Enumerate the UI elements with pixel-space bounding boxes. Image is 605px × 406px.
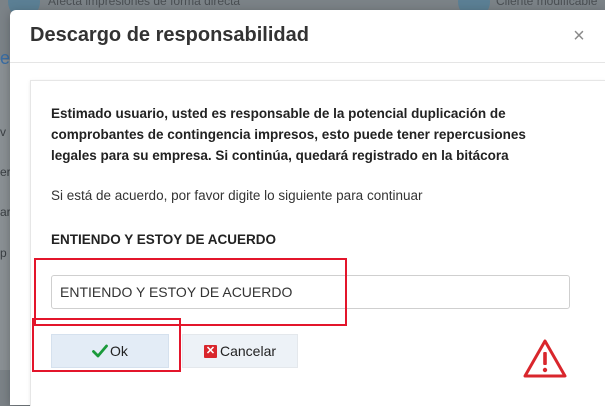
- instruction-text: Si está de acuerdo, por favor digite lo …: [51, 188, 423, 203]
- close-icon[interactable]: ×: [569, 26, 589, 46]
- dialog-title: Descargo de responsabilidad: [30, 24, 309, 46]
- dialog-body: Estimado usuario, usted es responsable d…: [30, 80, 605, 406]
- dialog-header: Descargo de responsabilidad ×: [10, 10, 605, 63]
- cancel-button[interactable]: ✕ Cancelar: [182, 334, 298, 368]
- ok-button[interactable]: Ok: [51, 334, 169, 368]
- disclaimer-dialog: Descargo de responsabilidad × Estimado u…: [10, 10, 605, 406]
- x-icon: ✕: [203, 344, 217, 358]
- background-text-right: Cliente modificable: [496, 0, 598, 8]
- background-fragment: v: [0, 125, 6, 139]
- background-fragment: p: [0, 246, 7, 260]
- background-text-left: Afecta impresiones de forma directa: [48, 0, 241, 8]
- required-phrase-label: ENTIENDO Y ESTOY DE ACUERDO: [51, 232, 277, 247]
- check-icon: [92, 344, 108, 358]
- background-fragment: e: [0, 48, 11, 68]
- confirmation-input[interactable]: [51, 275, 570, 309]
- warning-triangle-icon: [523, 339, 567, 378]
- warning-message: Estimado usuario, usted es responsable d…: [51, 106, 526, 163]
- cancel-button-label: Cancelar: [219, 343, 277, 359]
- ok-button-label: Ok: [110, 343, 128, 359]
